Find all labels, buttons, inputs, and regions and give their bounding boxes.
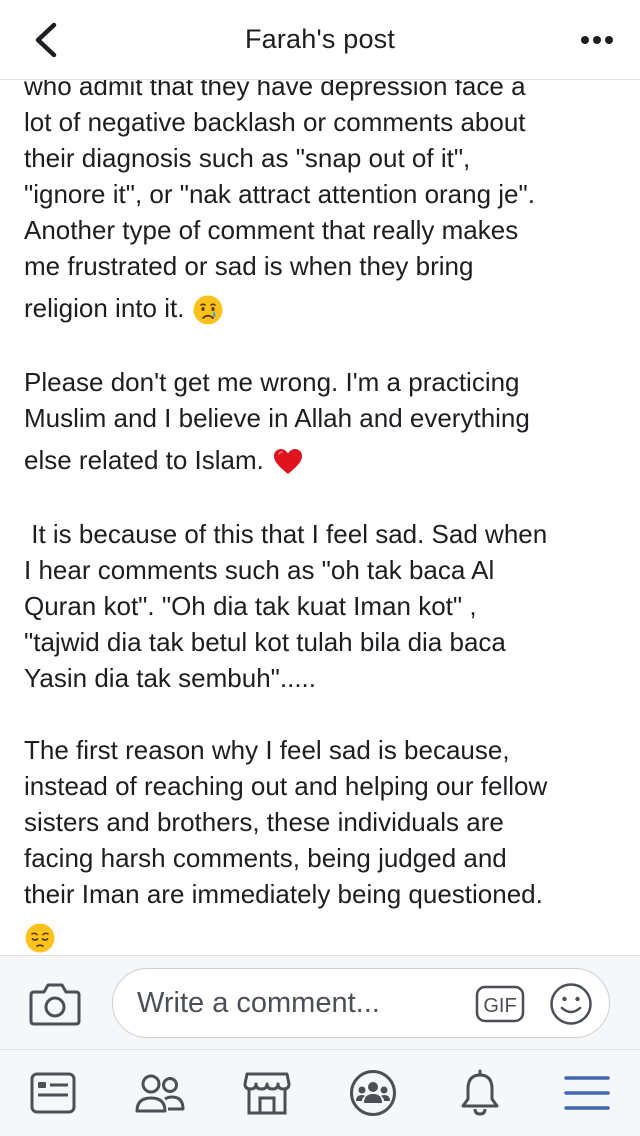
post-line: else related to Islam.: [24, 436, 624, 480]
comment-bar: Write a comment... GIF: [0, 955, 640, 1049]
back-button[interactable]: [22, 18, 70, 62]
post-line: Another type of comment that really make…: [24, 215, 519, 245]
tab-groups[interactable]: [333, 1063, 413, 1123]
post-body: who admit that they have depression face…: [24, 80, 624, 955]
gif-label: GIF: [483, 995, 516, 1017]
page-title: Farah's post: [244, 24, 396, 54]
post-line: religion into it.: [24, 284, 624, 328]
gif-icon: GIF: [475, 985, 525, 1023]
post-paragraph: who admit that they have depression face…: [24, 80, 624, 328]
bottom-tab-bar: [0, 1049, 640, 1136]
menu-icon: [563, 1076, 610, 1110]
post-line: sisters and brothers, these individuals …: [24, 807, 504, 837]
post-line: instead of reaching out and helping our …: [24, 771, 548, 801]
pensive-face-icon: [25, 923, 55, 953]
news-feed-icon: [30, 1072, 76, 1114]
tab-menu[interactable]: [547, 1063, 627, 1123]
post-line: Yasin dia tak sembuh".....: [24, 663, 317, 693]
emoji-button[interactable]: [549, 982, 593, 1026]
tab-news-feed[interactable]: [13, 1063, 93, 1123]
tab-notifications[interactable]: [440, 1063, 520, 1123]
post-paragraph: The first reason why I feel sad is becau…: [24, 732, 624, 955]
camera-icon: [29, 983, 81, 1026]
post-line-text: religion into it.: [24, 293, 185, 323]
groups-icon: [350, 1070, 397, 1116]
post-line: their Iman are immediately being questio…: [24, 879, 543, 909]
post-line: Quran kot". "Oh dia tak kuat Iman kot" ,: [24, 591, 477, 621]
post-line: me frustrated or sad is when they bring: [24, 251, 474, 281]
post-line: Please don't get me wrong. I'm a practic…: [24, 367, 520, 397]
post-paragraph: It is because of this that I feel sad. S…: [24, 516, 624, 696]
comment-placeholder: Write a comment...: [137, 987, 380, 1019]
post-line: lot of negative backlash or comments abo…: [24, 107, 526, 137]
post-line: who admit that they have depression face…: [24, 80, 526, 101]
bell-icon: [461, 1069, 499, 1116]
comment-input[interactable]: Write a comment... GIF: [112, 968, 610, 1038]
post-line: Muslim and I believe in Allah and everyt…: [24, 403, 530, 433]
more-options-button[interactable]: [572, 20, 622, 60]
gif-button[interactable]: GIF: [475, 985, 525, 1023]
post-paragraph: Please don't get me wrong. I'm a practic…: [24, 364, 624, 480]
tab-friends[interactable]: [120, 1063, 200, 1123]
chevron-left-icon: [35, 22, 57, 58]
post-line: [24, 912, 624, 955]
red-heart-icon: [273, 449, 302, 475]
post-line: facing harsh comments, being judged and: [24, 843, 507, 873]
post-line: "tajwid dia tak betul kot tulah bila dia…: [24, 627, 506, 657]
post-content[interactable]: who admit that they have depression face…: [0, 80, 640, 955]
post-line: I hear comments such as "oh tak baca Al: [24, 555, 495, 585]
post-screen: Farah's post who admit that they have de…: [0, 0, 640, 1136]
marketplace-icon: [243, 1072, 291, 1115]
post-line: their diagnosis such as "snap out of it"…: [24, 143, 471, 173]
smiley-icon: [550, 983, 592, 1025]
post-line-text: else related to Islam.: [24, 445, 264, 475]
friends-icon: [135, 1074, 185, 1113]
tab-marketplace[interactable]: [227, 1063, 307, 1123]
more-dots-icon: [581, 36, 613, 44]
nav-header: Farah's post: [0, 0, 640, 80]
crying-face-icon: [193, 295, 223, 325]
post-line: The first reason why I feel sad is becau…: [24, 735, 510, 765]
camera-button[interactable]: [28, 980, 82, 1028]
post-line: It is because of this that I feel sad. S…: [24, 519, 548, 549]
post-line: "ignore it", or "nak attract attention o…: [24, 179, 535, 209]
